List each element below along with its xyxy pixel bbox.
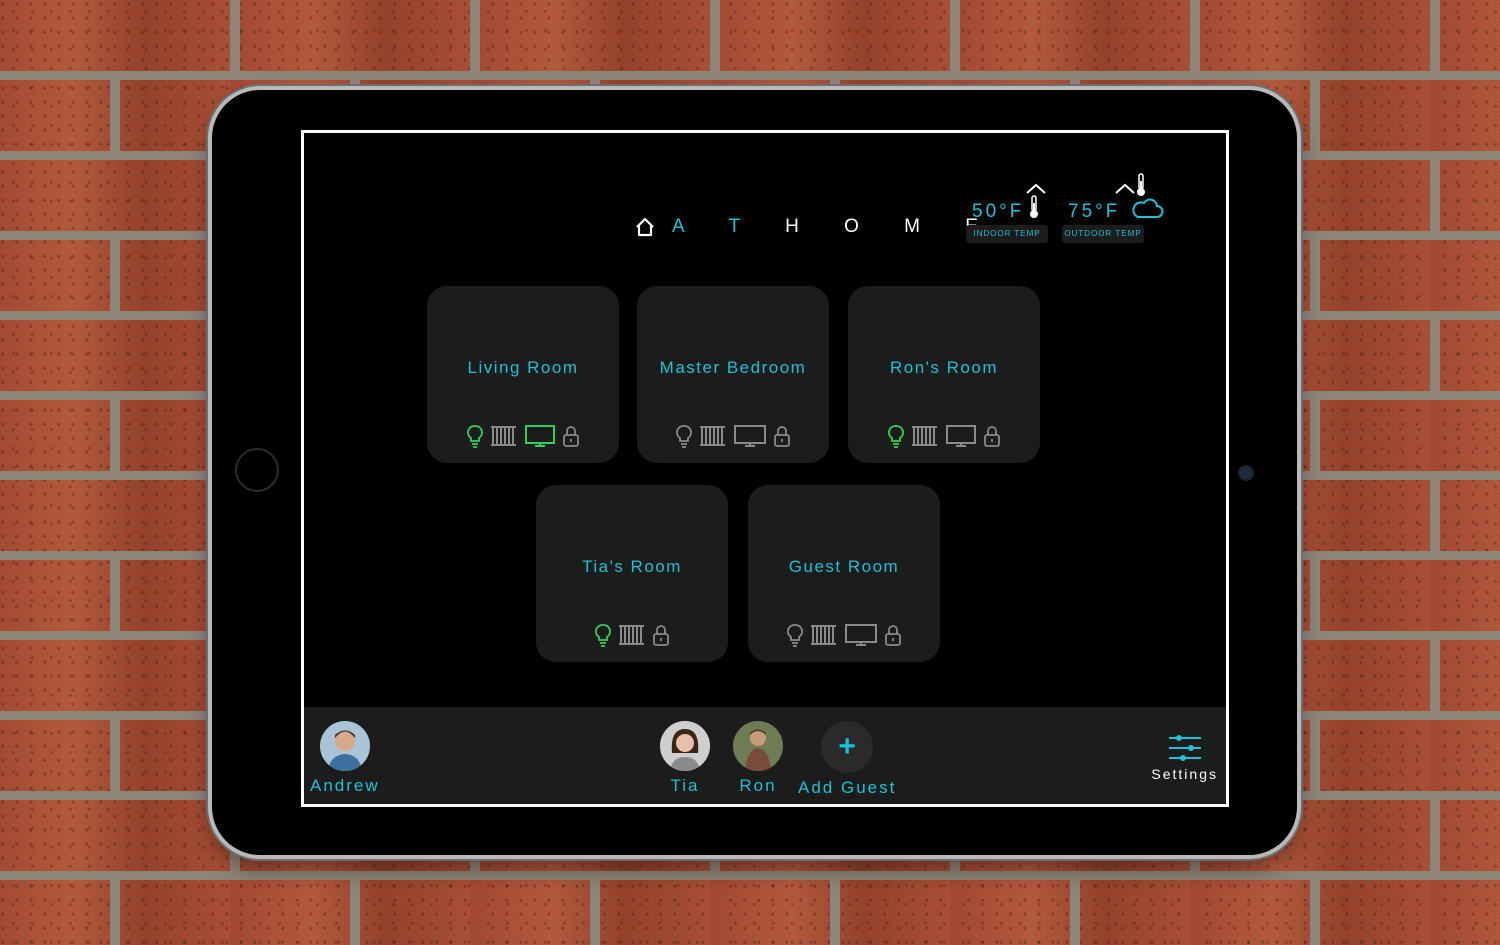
add-guest-label: Add Guest xyxy=(798,778,897,797)
radiator-icon[interactable] xyxy=(911,424,939,448)
room-name: Living Room xyxy=(467,358,579,377)
room-card-guest-room[interactable]: Guest Room xyxy=(748,485,940,662)
room-name: Guest Room xyxy=(788,557,900,576)
thermometer-icon xyxy=(1137,173,1145,196)
settings-label: Settings xyxy=(1151,766,1218,782)
cloud-icon xyxy=(1132,198,1164,218)
outdoor-temp-label: OUTDOOR TEMP xyxy=(1062,225,1144,243)
avatar xyxy=(319,721,370,771)
tablet-frame: A T H O M E 50°F INDOOR TEMP 75°F OUTDOO… xyxy=(212,90,1297,855)
member-ron[interactable]: Ron xyxy=(733,721,783,796)
chevron-up-icon xyxy=(1026,183,1046,194)
light-bulb-icon[interactable] xyxy=(786,623,804,647)
chevron-up-icon xyxy=(1115,183,1135,194)
radiator-icon[interactable] xyxy=(618,623,646,647)
avatar xyxy=(660,721,710,771)
radiator-icon[interactable] xyxy=(490,424,518,448)
lock-icon[interactable] xyxy=(884,623,902,647)
room-name: Master Bedroom xyxy=(659,358,807,377)
indoor-temp-widget[interactable]: 50°F INDOOR TEMP xyxy=(966,173,1056,253)
thermometer-icon xyxy=(1030,195,1038,218)
room-name: Ron's Room xyxy=(889,358,998,377)
tablet-home-button[interactable] xyxy=(235,448,279,492)
avatar xyxy=(733,721,783,771)
tv-icon[interactable] xyxy=(524,424,556,448)
plus-icon: + xyxy=(821,721,874,773)
indoor-temp-label: INDOOR TEMP xyxy=(966,225,1048,243)
add-guest-button[interactable]: + Add Guest xyxy=(798,721,896,798)
radiator-icon[interactable] xyxy=(810,623,838,647)
outdoor-temp-value: 75°F xyxy=(1068,201,1121,222)
light-bulb-icon[interactable] xyxy=(466,424,484,448)
radiator-icon[interactable] xyxy=(699,424,727,448)
lock-icon[interactable] xyxy=(652,623,670,647)
home-icon xyxy=(636,217,654,237)
room-card-living-room[interactable]: Living Room xyxy=(427,286,619,463)
member-name: Ron xyxy=(739,776,777,795)
indoor-temp-value: 50°F xyxy=(972,201,1025,222)
lock-icon[interactable] xyxy=(562,424,580,448)
member-tia[interactable]: Tia xyxy=(660,721,710,796)
user-andrew[interactable]: Andrew xyxy=(310,721,380,796)
tablet-camera xyxy=(1240,467,1252,479)
room-card-tias-room[interactable]: Tia's Room xyxy=(536,485,728,662)
outdoor-temp-widget[interactable]: 75°F OUTDOOR TEMP xyxy=(1062,173,1164,253)
light-bulb-icon[interactable] xyxy=(594,623,612,647)
page-title: A T H O M E xyxy=(634,215,998,239)
tv-icon[interactable] xyxy=(844,623,878,647)
lock-icon[interactable] xyxy=(983,424,1001,448)
bottom-bar: Andrew Tia Ron + Add Guest Settings xyxy=(304,707,1226,804)
lock-icon[interactable] xyxy=(773,424,791,448)
tv-icon[interactable] xyxy=(945,424,977,448)
room-card-rons-room[interactable]: Ron's Room xyxy=(848,286,1040,463)
member-name: Tia xyxy=(670,776,700,795)
light-bulb-icon[interactable] xyxy=(675,424,693,448)
room-card-master-bedroom[interactable]: Master Bedroom xyxy=(637,286,829,463)
settings-button[interactable]: Settings xyxy=(1151,733,1218,782)
screen: A T H O M E 50°F INDOOR TEMP 75°F OUTDOO… xyxy=(301,130,1229,807)
user-name: Andrew xyxy=(310,776,380,795)
sliders-icon xyxy=(1168,735,1201,761)
room-name: Tia's Room xyxy=(582,557,682,576)
title-at: A T xyxy=(672,216,760,237)
tv-icon[interactable] xyxy=(733,424,767,448)
light-bulb-icon[interactable] xyxy=(887,424,905,448)
